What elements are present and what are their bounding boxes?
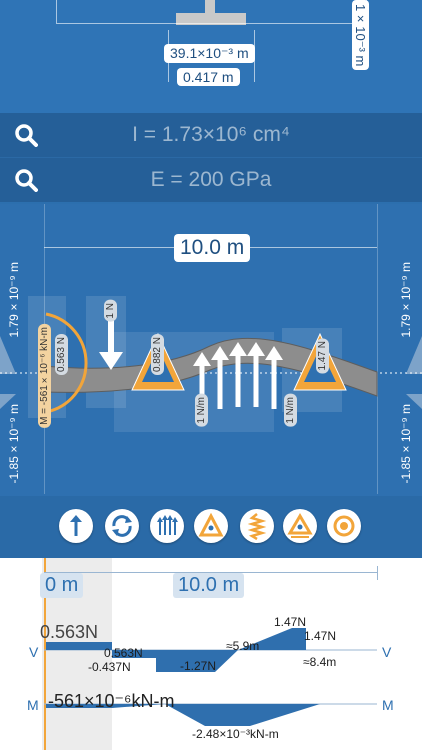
v-axis-left: V [29,644,39,660]
target-icon [333,515,355,537]
inertia-row[interactable]: I = 1.73×10⁶ cm⁴ [0,113,422,157]
point-load-tag[interactable]: 1 N [104,300,117,322]
cross-section-panel[interactable]: 39.1×10⁻³ m 0.417 m 1×10⁻³ m [0,0,422,113]
roller-support-tool[interactable] [283,509,317,543]
shear-max-left: 0.563N [40,622,99,642]
roller-triangle-icon [287,513,313,538]
section-web [205,0,215,13]
modulus-value: E = 200 GPa [150,168,272,191]
arrow-up-icon [70,515,82,536]
reaction-left-tag[interactable]: 0.563 N [55,334,68,376]
m-axis-right: M [382,697,394,713]
spring-tool[interactable] [240,509,274,543]
triangle-support-icon [198,512,224,537]
section-side-label: 1×10⁻³ m [352,0,369,71]
moment-min: -2.48×10⁻³kN-m [192,727,279,741]
shear-top: 1.47N [274,615,307,629]
result-diagrams[interactable]: 0 m 10.0 m V V M M 0.563N 0.563N -0.437N… [0,558,422,750]
shear-zero1: ≈5.9m [226,639,260,653]
section-width-label: 39.1×10⁻³ m [164,44,255,63]
dist-load-a-tag[interactable]: 1 N/m [195,394,208,427]
fixed-tool[interactable] [327,509,361,543]
distributed-load-tool[interactable] [150,509,184,543]
support-a-tag[interactable]: 0.882 N [151,334,164,376]
pin-support-tool[interactable] [194,509,228,543]
v-axis-right: V [382,644,392,660]
inertia-value: I = 1.73×10⁶ cm⁴ [132,123,290,146]
spring-icon [247,513,267,541]
dist-load-b-tag[interactable]: 1 N/m [284,394,297,427]
beam-canvas[interactable]: 10.0 m 1.79×10⁻⁹ m -1.85×10⁻⁹ m 1.79×10⁻… [0,204,422,496]
shear-v3: -1.27N [180,659,217,673]
shear-v2: -0.437N [88,660,131,674]
modulus-row[interactable]: E = 200 GPa [0,158,422,202]
rotate-icon [112,515,132,537]
shear-zero2: ≈8.4m [303,655,337,669]
tool-bar [0,496,422,558]
distributed-arrows-icon [157,515,178,535]
moment-tag[interactable]: M = -561×10⁻⁶ kN-m [38,324,51,428]
shear-v1: 0.563N [104,646,143,660]
moment-left: -561×10⁻⁶kN-m [48,691,175,711]
support-b-tag[interactable]: 1.47 N [316,338,329,374]
point-load-tool[interactable] [59,509,93,543]
m-axis-left: M [27,697,39,713]
shear-moment-plot [44,628,377,726]
section-height-label: 0.417 m [177,68,240,86]
moment-tool[interactable] [105,509,139,543]
shear-v4: 1.47N [304,629,337,643]
